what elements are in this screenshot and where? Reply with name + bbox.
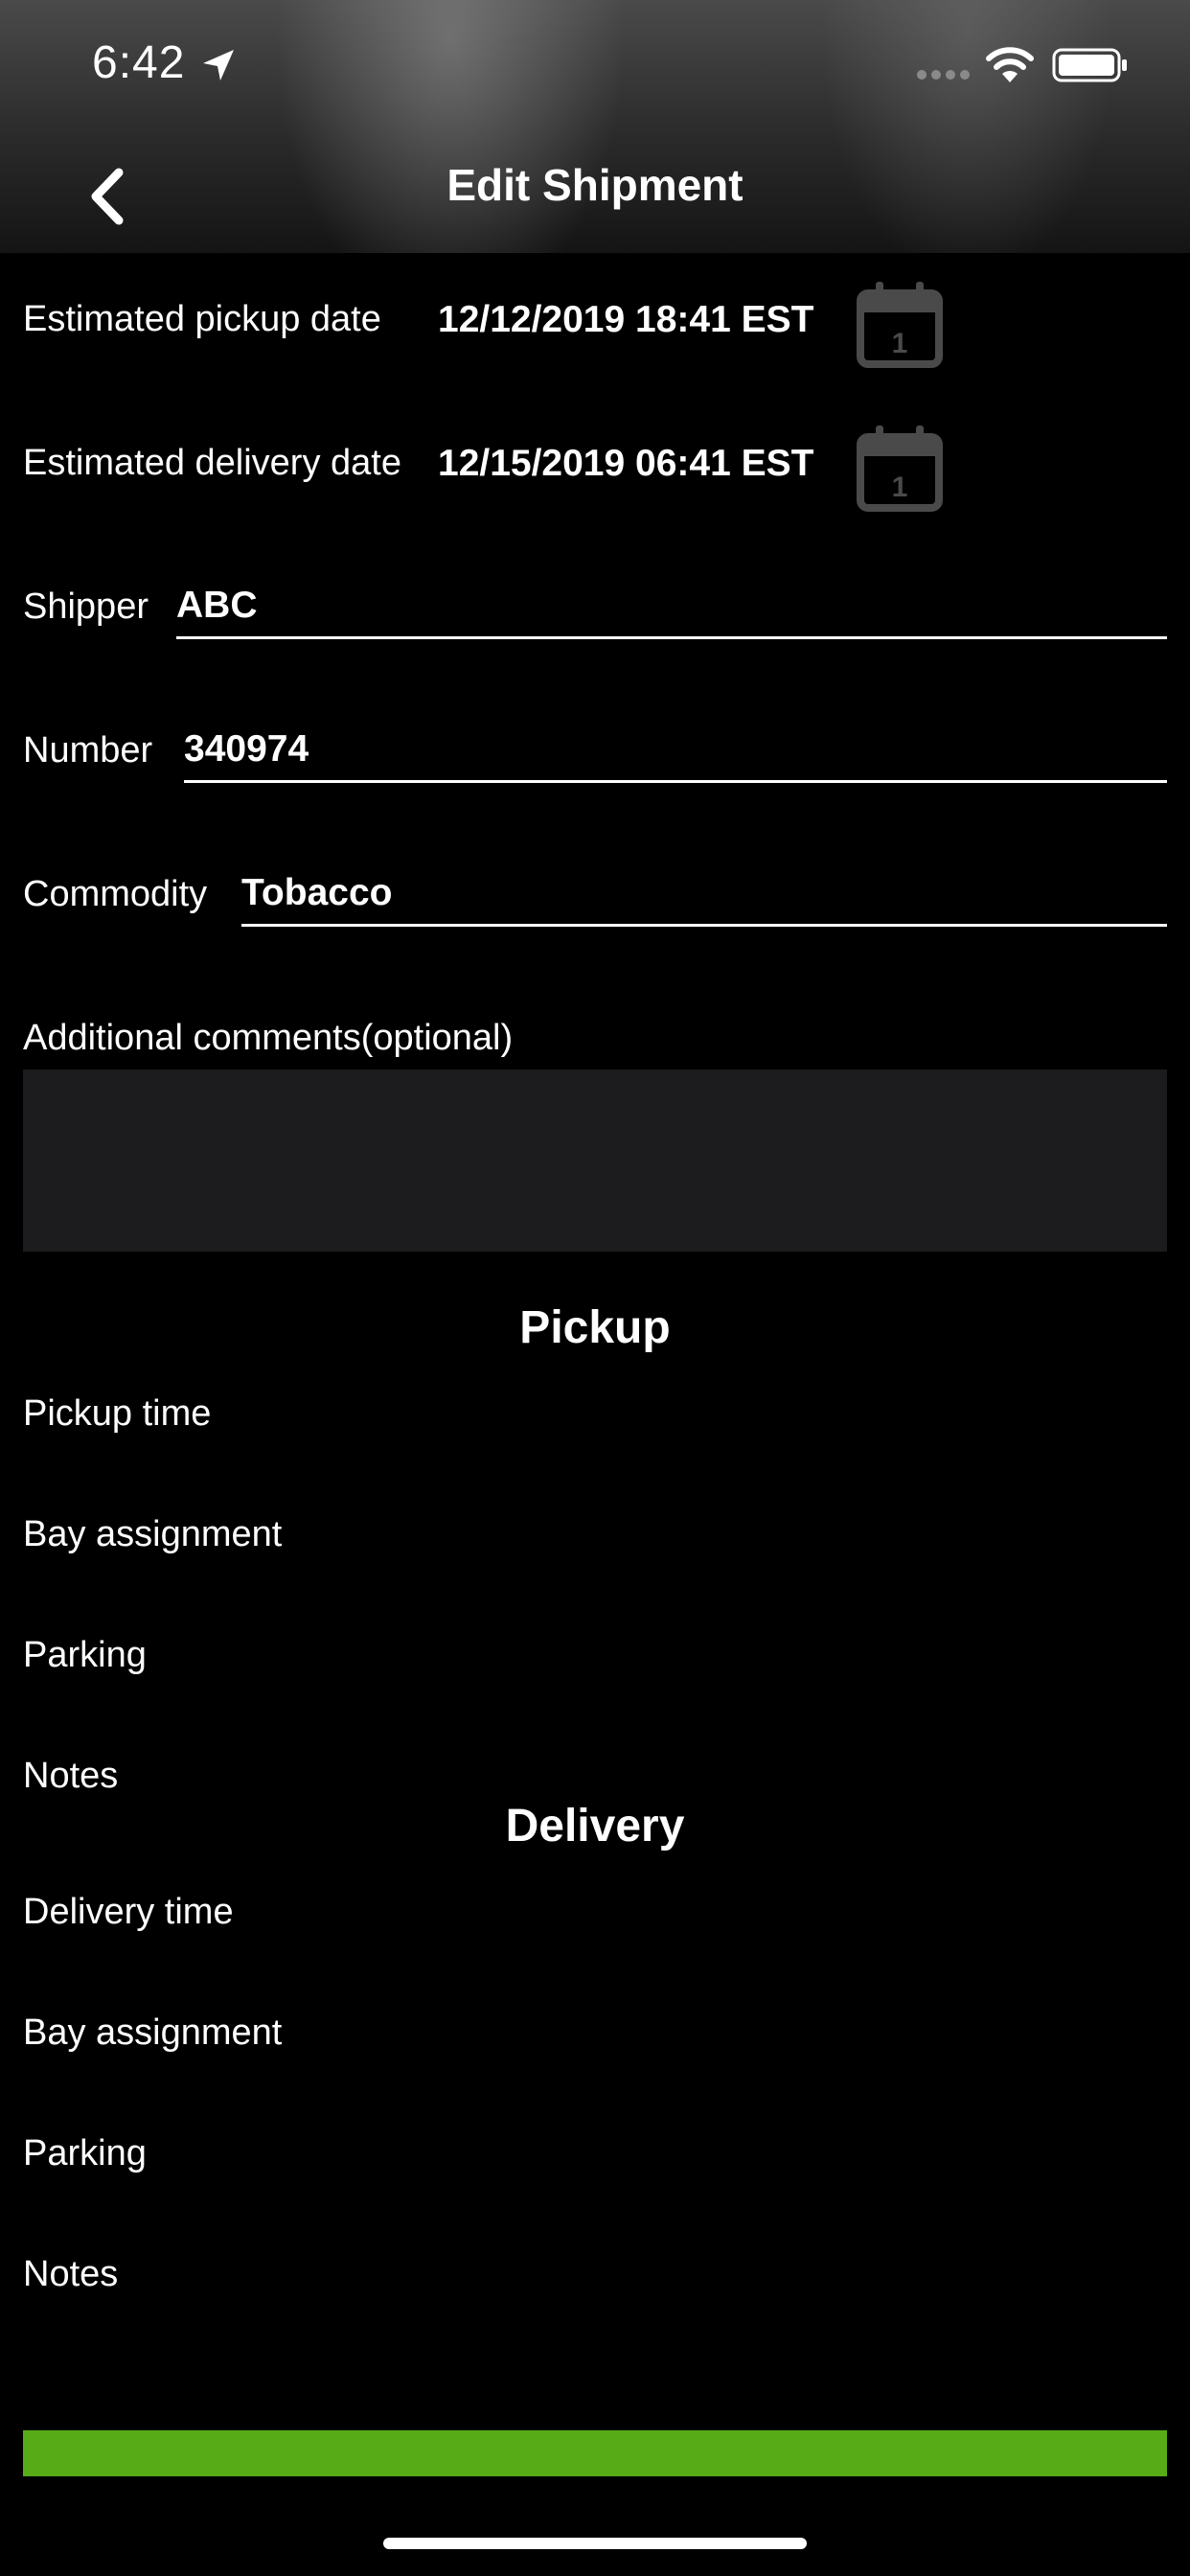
pickup-date-label: Estimated pickup date	[23, 299, 381, 339]
pickup-section-title: Pickup	[519, 1302, 671, 1353]
pickup-parking-label[interactable]: Parking	[23, 1635, 147, 1676]
home-indicator[interactable]	[383, 2538, 807, 2549]
delivery-notes-label[interactable]: Notes	[23, 2254, 118, 2295]
number-label: Number	[23, 730, 153, 770]
delivery-section-title: Delivery	[505, 1801, 685, 1852]
save-button[interactable]	[23, 2430, 1167, 2476]
battery-icon	[1052, 48, 1127, 82]
pickup-bay-assignment-label[interactable]: Bay assignment	[23, 1514, 282, 1555]
location-arrow-icon	[203, 50, 234, 80]
calendar-day: 1	[892, 472, 908, 503]
shipper-input[interactable]: ABC	[176, 579, 1167, 639]
delivery-date-label: Estimated delivery date	[23, 443, 401, 483]
comments-textarea[interactable]	[23, 1070, 1167, 1252]
page-title: Edit Shipment	[446, 160, 744, 210]
navigation-header: 6:42 Edit Shipment	[0, 0, 1190, 253]
wifi-icon	[986, 47, 1034, 82]
calendar-day: 1	[892, 328, 908, 359]
commodity-label: Commodity	[23, 874, 208, 914]
pickup-time-label[interactable]: Pickup time	[23, 1393, 211, 1435]
shipper-label: Shipper	[23, 586, 149, 627]
delivery-date-value[interactable]: 12/15/2019 06:41 EST	[438, 443, 813, 485]
pickup-date-value[interactable]: 12/12/2019 18:41 EST	[438, 299, 813, 341]
pickup-notes-label[interactable]: Notes	[23, 1756, 118, 1797]
delivery-parking-label[interactable]: Parking	[23, 2133, 147, 2174]
signal-icon	[917, 70, 970, 80]
number-input[interactable]: 340974	[184, 723, 1167, 783]
calendar-icon[interactable]: 1	[855, 280, 945, 370]
status-time: 6:42	[92, 37, 186, 88]
commodity-input[interactable]: Tobacco	[241, 866, 1167, 927]
calendar-icon[interactable]: 1	[855, 424, 945, 514]
delivery-bay-assignment-label[interactable]: Bay assignment	[23, 2012, 282, 2054]
delivery-time-label[interactable]: Delivery time	[23, 1892, 234, 1933]
comments-label: Additional comments(optional)	[23, 1018, 514, 1058]
